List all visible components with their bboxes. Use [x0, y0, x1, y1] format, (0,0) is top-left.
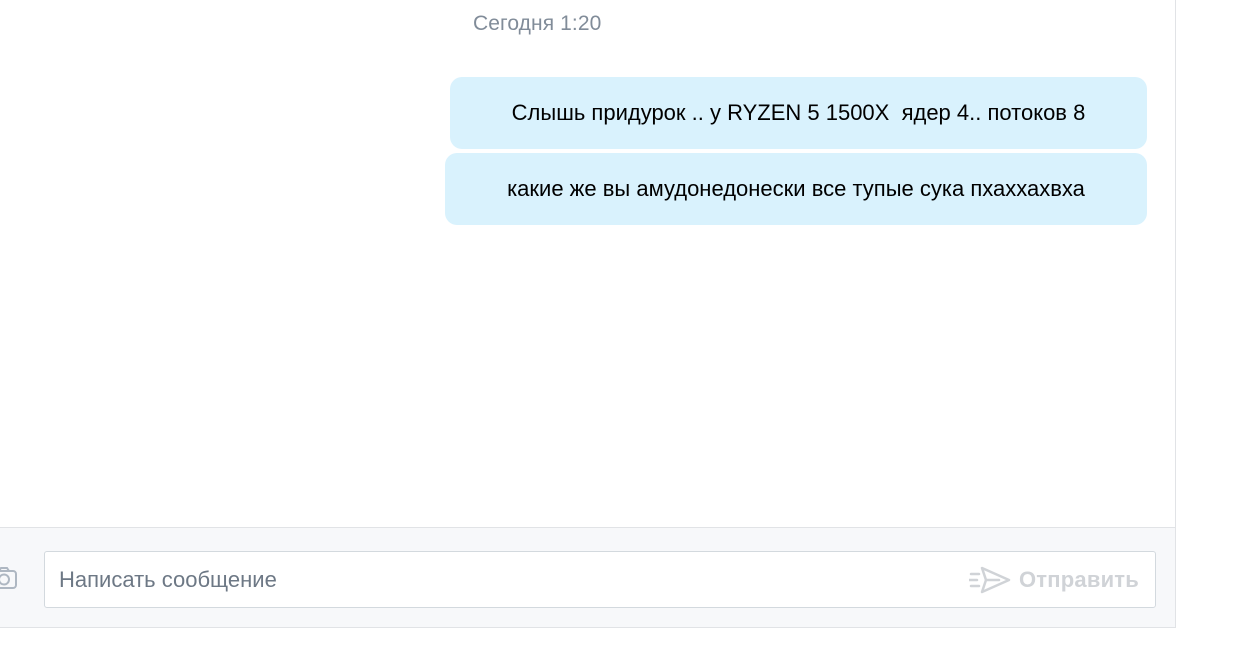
message-input[interactable]	[59, 552, 939, 607]
message-text: какие же вы амудонедонески все тупые сук…	[507, 176, 1085, 201]
paper-plane-icon	[969, 565, 1011, 595]
messages-area[interactable]: Сегодня 1:20 Слышь придурок .. у RYZEN 5…	[0, 0, 1175, 527]
message-bubble[interactable]: Слышь придурок .. у RYZEN 5 1500X ядер 4…	[450, 77, 1147, 149]
send-button[interactable]: Отправить	[969, 552, 1139, 607]
send-button-label: Отправить	[1019, 566, 1139, 592]
message-timestamp: Сегодня 1:20	[473, 12, 602, 35]
message-input-box: Отправить	[44, 551, 1156, 608]
message-bubble[interactable]: какие же вы амудонедонески все тупые сук…	[445, 153, 1147, 225]
message-composer: Отправить	[0, 527, 1175, 627]
message-text: Слышь придурок .. у RYZEN 5 1500X ядер 4…	[511, 100, 1086, 125]
camera-icon[interactable]	[0, 564, 18, 592]
chat-window: Сегодня 1:20 Слышь придурок .. у RYZEN 5…	[0, 0, 1176, 628]
